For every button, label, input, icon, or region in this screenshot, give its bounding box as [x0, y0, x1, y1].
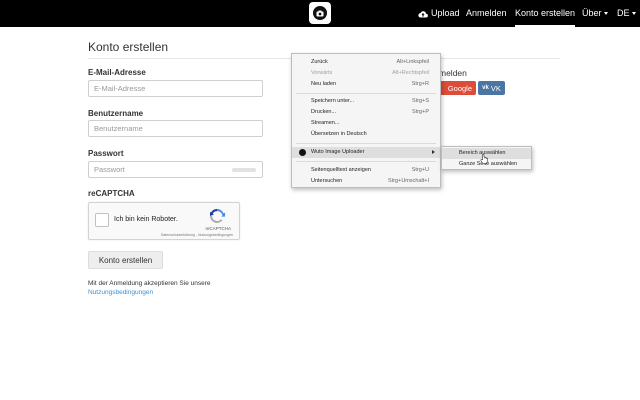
ctx-item-cast[interactable]: Streamen... [292, 118, 440, 129]
ctx-item-label: Vorwärts [311, 70, 333, 76]
nav-about-dropdown[interactable]: Über [582, 0, 608, 27]
password-field[interactable]: Passwort [88, 161, 263, 178]
ctx-item-shortcut: Alt+Linkspfeil [396, 59, 429, 65]
username-label: Benutzername [88, 109, 144, 118]
ctx-separator [296, 93, 436, 94]
mouse-pointer-icon [480, 154, 488, 164]
camera-icon [313, 6, 327, 20]
ctx-item-label: Untersuchen [311, 178, 343, 184]
ctx-item-translate[interactable]: Übersetzen in Deutsch [292, 129, 440, 140]
ctx-separator [296, 143, 436, 144]
social-divider [440, 58, 560, 59]
ctx-item-label: Übersetzen in Deutsch [311, 131, 367, 137]
recaptcha-checkbox-text: Ich bin kein Roboter. [114, 216, 178, 223]
ctx-item-back[interactable]: Zurück Alt+Linkspfeil [292, 57, 440, 68]
ctx-item-reload[interactable]: Neu laden Strg+R [292, 79, 440, 90]
password-label: Passwort [88, 149, 124, 158]
password-placeholder: Passwort [94, 165, 125, 174]
recaptcha-widget: Ich bin kein Roboter. reCAPTCHA Datensch… [88, 202, 240, 240]
terms-link[interactable]: Nutzungsbedingungen [88, 289, 153, 296]
top-navbar: Upload Anmelden Konto erstellen Über DE [0, 0, 640, 27]
recaptcha-checkbox[interactable] [95, 213, 109, 227]
nav-about-label: Über [582, 8, 602, 18]
social-login-heading: melden [439, 68, 467, 78]
ctx-item-shortcut: Strg+Umschalt+I [388, 178, 429, 184]
ctx-item-shortcut: Strg+R [411, 81, 429, 87]
ctx-item-label: Zurück [311, 59, 328, 65]
recaptcha-label: reCAPTCHA [88, 189, 135, 198]
terms-text: Mit der Anmeldung akzeptieren Sie unsere [88, 280, 211, 287]
vk-login-button[interactable]: vk VK [478, 81, 505, 95]
nav-lang-label: DE [617, 8, 630, 18]
ctx-item-print[interactable]: Drucken... Strg+P [292, 107, 440, 118]
nav-login[interactable]: Anmelden [466, 0, 507, 27]
recaptcha-logo-icon [210, 209, 226, 223]
recaptcha-privacy-links[interactable]: Datenschutzerklärung - Nutzungsbedingung… [161, 233, 233, 237]
ctx-item-label: Streamen... [311, 120, 340, 126]
ctx-item-label: Neu laden [311, 81, 337, 87]
create-account-button[interactable]: Konto erstellen [88, 251, 163, 269]
ctx-item-view-source[interactable]: Seitenquelltext anzeigen Strg+U [292, 165, 440, 176]
context-menu: Zurück Alt+Linkspfeil Vorwärts Alt+Recht… [291, 53, 441, 188]
nav-create-account[interactable]: Konto erstellen [515, 0, 576, 27]
password-manager-icon[interactable] [232, 168, 256, 172]
ctx-item-label: Wuto Image Uploader [311, 149, 365, 155]
email-field[interactable]: E-Mail-Adresse [88, 80, 263, 97]
nav-upload[interactable]: Upload [418, 0, 460, 27]
ctx-item-shortcut: Strg+U [411, 167, 429, 173]
cloud-upload-icon [418, 10, 428, 17]
ctx-item-forward[interactable]: Vorwärts Alt+Rechtspfeil [292, 68, 440, 79]
recaptcha-brand: reCAPTCHA [205, 226, 231, 231]
ctx-item-shortcut: Strg+P [412, 109, 429, 115]
submenu-item-label: Ganze Seite auswählen [459, 161, 518, 167]
ctx-item-wuto-uploader[interactable]: Wuto Image Uploader [292, 147, 440, 158]
ctx-item-inspect[interactable]: Untersuchen Strg+Umschalt+I [292, 176, 440, 187]
vk-login-label: VK [490, 83, 501, 93]
google-login-button[interactable]: Google [437, 81, 476, 95]
email-label: E-Mail-Adresse [88, 68, 146, 77]
nav-language-dropdown[interactable]: DE [617, 0, 636, 27]
page-title: Konto erstellen [88, 40, 169, 54]
vk-icon: vk [482, 85, 489, 91]
ctx-item-label: Drucken... [311, 109, 337, 115]
ctx-item-shortcut: Strg+S [412, 98, 429, 104]
camera-icon [299, 149, 306, 156]
ctx-item-shortcut: Alt+Rechtspfeil [392, 70, 429, 76]
nav-upload-label: Upload [431, 8, 460, 18]
caret-down-icon [603, 12, 608, 16]
chevron-right-icon [432, 150, 435, 154]
caret-down-icon [631, 12, 636, 16]
ctx-item-save-as[interactable]: Speichern unter... Strg+S [292, 96, 440, 107]
site-logo[interactable] [309, 2, 331, 24]
ctx-separator [296, 161, 436, 162]
ctx-item-label: Seitenquelltext anzeigen [311, 167, 371, 173]
ctx-item-label: Speichern unter... [311, 98, 355, 104]
username-field[interactable]: Benutzername [88, 120, 263, 137]
